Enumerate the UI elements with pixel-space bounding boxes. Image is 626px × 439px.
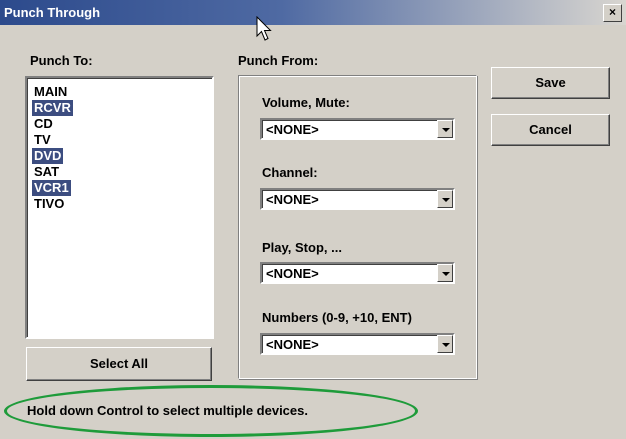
punch-to-list[interactable]: MAIN RCVR CD TV DVD SAT VCR1 TIVO: [25, 76, 214, 339]
save-button[interactable]: Save: [491, 67, 610, 99]
list-item-dvd[interactable]: DVD: [32, 148, 64, 164]
punch-to-label: Punch To:: [30, 53, 93, 68]
highlight-ellipse: [4, 385, 418, 437]
close-button[interactable]: ×: [603, 4, 622, 22]
list-item-sat[interactable]: SAT: [32, 164, 61, 180]
numbers-value: <NONE>: [266, 337, 319, 352]
play-stop-label: Play, Stop, ...: [262, 240, 342, 255]
chevron-down-icon[interactable]: [437, 190, 453, 208]
volume-mute-value: <NONE>: [266, 122, 319, 137]
list-item-main[interactable]: MAIN: [32, 84, 69, 100]
select-all-button[interactable]: Select All: [26, 347, 212, 381]
channel-label: Channel:: [262, 165, 318, 180]
play-stop-value: <NONE>: [266, 266, 319, 281]
title-bar[interactable]: Punch Through ×: [0, 0, 626, 25]
mouse-cursor-icon: [256, 16, 272, 41]
numbers-select[interactable]: <NONE>: [260, 333, 455, 355]
chevron-down-icon[interactable]: [437, 120, 453, 138]
numbers-label: Numbers (0-9, +10, ENT): [262, 310, 412, 325]
punch-through-dialog: Punch Through × Punch To: Punch From: MA…: [0, 0, 626, 439]
list-item-vcr1[interactable]: VCR1: [32, 180, 71, 196]
list-item-tivo[interactable]: TIVO: [32, 196, 66, 212]
chevron-down-icon[interactable]: [437, 264, 453, 282]
list-item-cd[interactable]: CD: [32, 116, 55, 132]
play-stop-select[interactable]: <NONE>: [260, 262, 455, 284]
cancel-button[interactable]: Cancel: [491, 114, 610, 146]
list-item-rcvr[interactable]: RCVR: [32, 100, 73, 116]
channel-select[interactable]: <NONE>: [260, 188, 455, 210]
list-item-tv[interactable]: TV: [32, 132, 53, 148]
channel-value: <NONE>: [266, 192, 319, 207]
punch-from-label: Punch From:: [238, 53, 319, 68]
volume-mute-select[interactable]: <NONE>: [260, 118, 455, 140]
volume-mute-label: Volume, Mute:: [262, 95, 350, 110]
window-title: Punch Through: [4, 5, 101, 20]
chevron-down-icon[interactable]: [437, 335, 453, 353]
